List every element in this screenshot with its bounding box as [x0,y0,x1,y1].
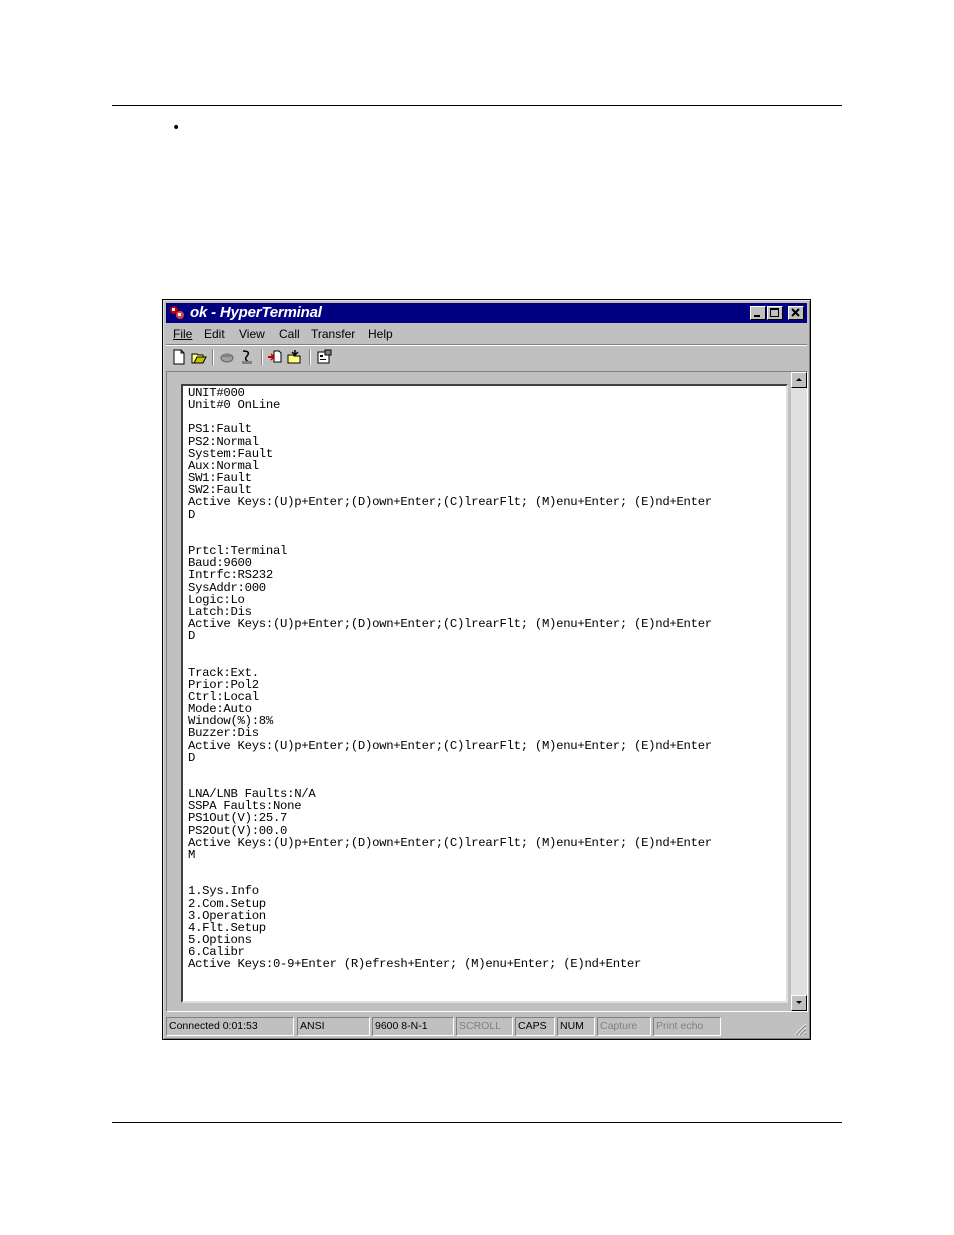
toolbar [166,346,807,368]
menu-call-label: Call [279,327,300,341]
scroll-down-button[interactable] [791,995,807,1011]
resize-grip-icon[interactable] [793,1022,807,1036]
vertical-scrollbar[interactable] [791,372,807,1011]
toolbar-separator [261,349,263,365]
status-emulation: ANSI [297,1017,370,1036]
receive-icon[interactable] [287,349,305,365]
status-capture: Capture [597,1017,651,1036]
status-print-echo: Print echo [653,1017,721,1036]
status-scroll-lock: SCROLL [456,1017,513,1036]
toolbar-separator [212,349,214,365]
menu-bar: File Edit View Call Transfer Help [166,324,807,344]
scroll-up-button[interactable] [791,372,807,388]
menu-edit[interactable]: Edit [204,327,225,341]
menu-file-label: File [173,327,193,341]
open-icon[interactable] [191,349,209,365]
window-title: ok - HyperTerminal [190,304,322,321]
hyperterminal-window: ok - HyperTerminal File Edit View Call T… [162,299,811,1040]
header-rule [112,105,842,106]
menu-view-label: View [239,327,265,341]
footer-rule [112,1122,842,1123]
minimize-button[interactable] [750,306,766,320]
status-connected-time: Connected 0:01:53 [166,1017,294,1036]
toolbar-separator [309,349,311,365]
disconnect-icon[interactable] [239,349,257,365]
menu-file[interactable]: File [173,327,192,341]
close-button[interactable] [788,306,804,320]
title-bar[interactable]: ok - HyperTerminal [166,303,807,323]
menu-view[interactable]: View [239,327,265,341]
terminal-panel: UNIT#000 Unit#0 OnLine PS1:Fault PS2:Nor… [166,371,808,1012]
send-icon[interactable] [267,349,285,365]
menu-call[interactable]: Call [279,327,300,341]
terminal-output[interactable]: UNIT#000 Unit#0 OnLine PS1:Fault PS2:Nor… [188,387,712,971]
menu-help[interactable]: Help [368,327,393,341]
menu-transfer[interactable]: Transfer [311,327,355,341]
menu-transfer-label: Transfer [311,327,356,341]
menu-help-label: Help [368,327,393,341]
status-bar: Connected 0:01:53 ANSI 9600 8-N-1 SCROLL… [166,1016,807,1037]
terminal-background: UNIT#000 Unit#0 OnLine PS1:Fault PS2:Nor… [168,373,792,1010]
hyperterminal-app-icon[interactable] [169,305,185,321]
connect-icon[interactable] [219,349,237,365]
properties-icon[interactable] [316,349,334,365]
new-icon[interactable] [171,349,189,365]
status-caps-lock: CAPS [515,1017,555,1036]
status-num-lock: NUM [557,1017,595,1036]
maximize-button[interactable] [767,306,783,320]
bullet-point: • [172,120,181,136]
menu-edit-label: Edit [204,327,225,341]
status-port-settings: 9600 8-N-1 [372,1017,454,1036]
terminal-screen[interactable]: UNIT#000 Unit#0 OnLine PS1:Fault PS2:Nor… [181,384,788,1003]
